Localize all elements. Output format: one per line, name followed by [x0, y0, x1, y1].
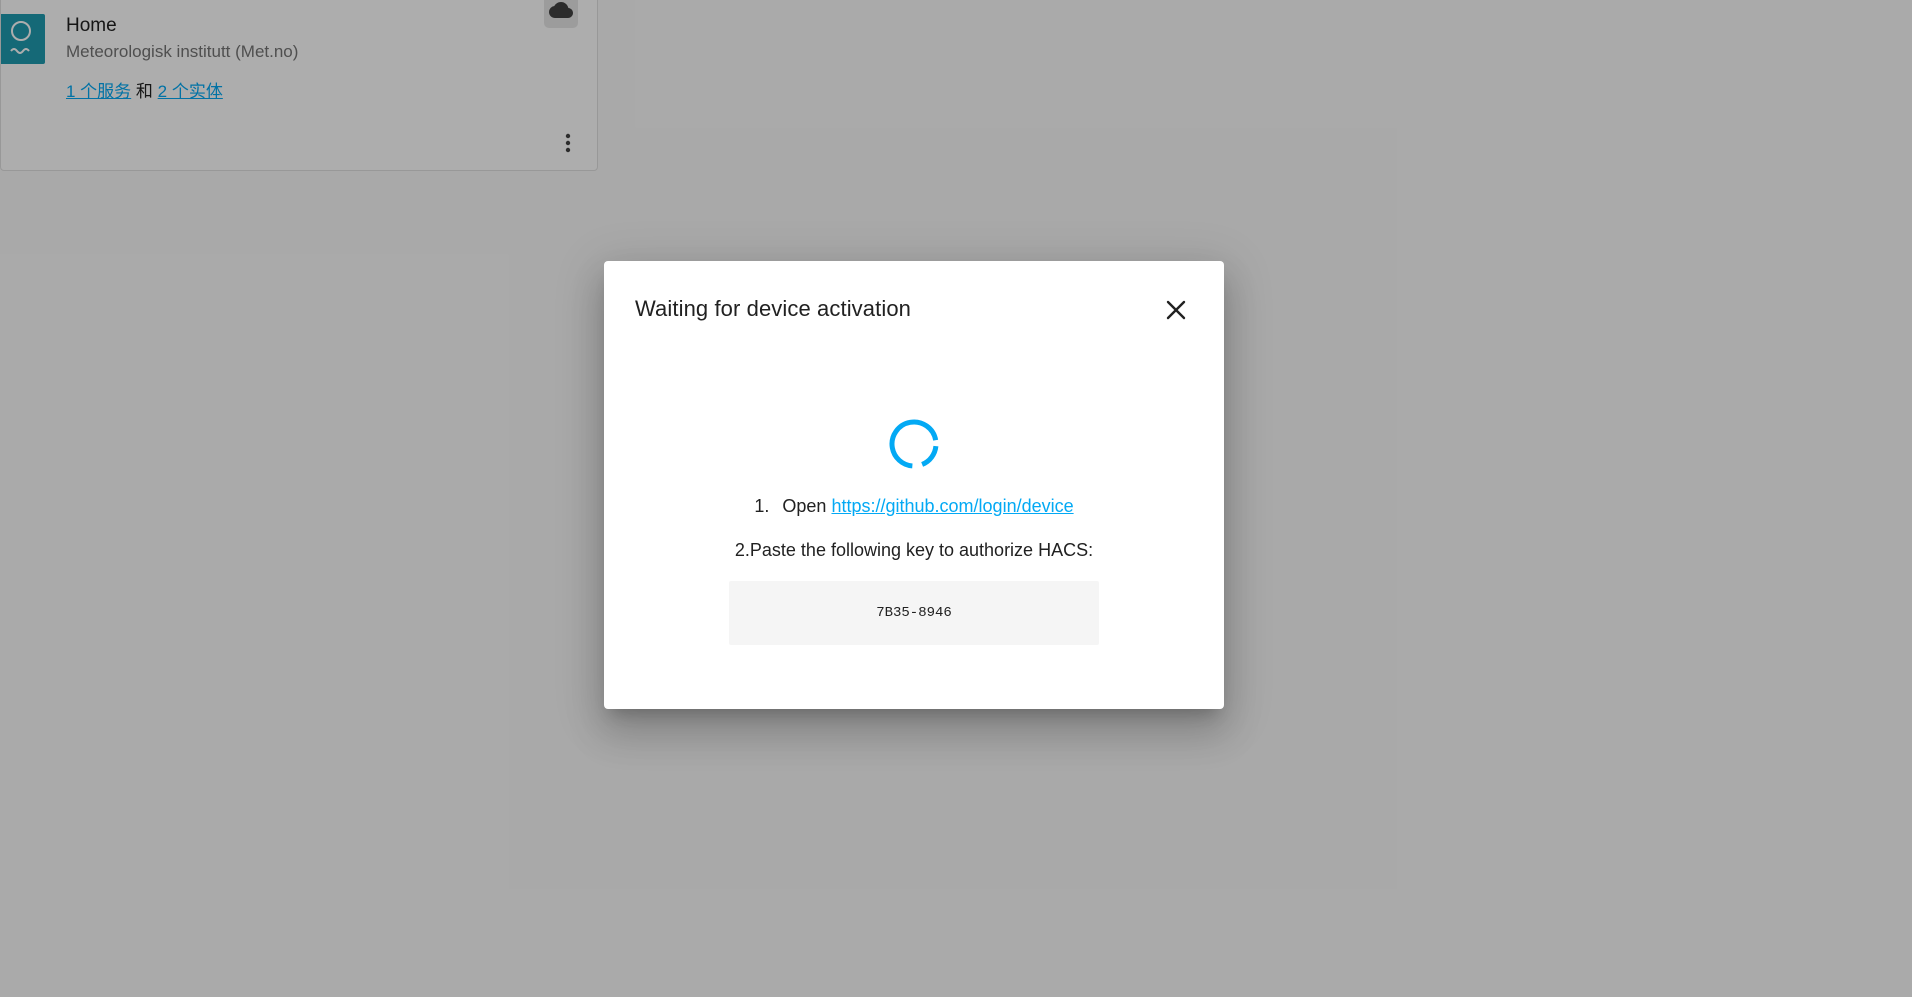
- github-device-link[interactable]: https://github.com/login/device: [831, 496, 1073, 516]
- device-code[interactable]: 7B35-8946: [729, 581, 1099, 645]
- step-one: 1. Open https://github.com/login/device: [604, 496, 1224, 517]
- step-one-prefix: Open: [782, 496, 827, 516]
- loading-spinner: [887, 417, 941, 471]
- close-icon: [1166, 300, 1186, 320]
- step-one-number: 1.: [754, 496, 770, 516]
- step-two: 2.Paste the following key to authorize H…: [734, 540, 1094, 560]
- close-button[interactable]: [1159, 293, 1193, 327]
- device-activation-dialog: Waiting for device activation 1. Open ht…: [604, 261, 1224, 709]
- dialog-title: Waiting for device activation: [635, 296, 911, 321]
